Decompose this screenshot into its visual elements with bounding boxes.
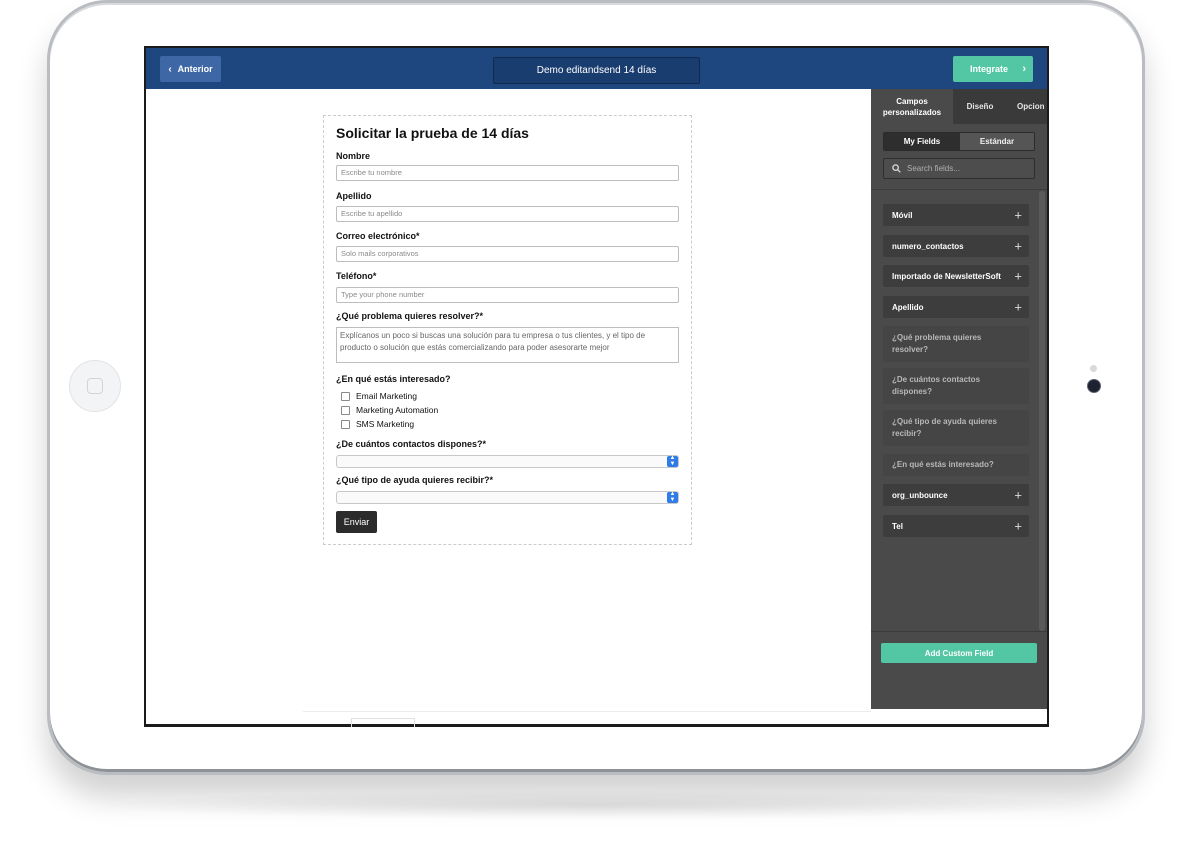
plus-icon[interactable]: +	[1014, 208, 1022, 223]
field-label-ayuda: ¿Qué tipo de ayuda quieres recibir?*	[336, 475, 494, 485]
field-item-label: ¿Qué tipo de ayuda quieres recibir?	[892, 417, 997, 438]
select-arrows-icon: ▲ ▼	[667, 491, 678, 503]
field-item-org-unbounce[interactable]: org_unbounce +	[883, 484, 1029, 506]
previous-button[interactable]: ‹ Anterior	[160, 56, 221, 82]
field-item-label: Móvil	[892, 210, 913, 220]
field-item-label: ¿De cuántos contactos dispones?	[892, 375, 981, 396]
field-item-label: org_unbounce	[892, 490, 948, 500]
tablet-shadow	[90, 790, 1100, 820]
plus-icon[interactable]: +	[1014, 488, 1022, 503]
plus-icon[interactable]: +	[1014, 300, 1022, 315]
panel-footer: Add Custom Field	[871, 631, 1047, 710]
help-select[interactable]: ▲ ▼	[336, 491, 679, 504]
field-item-label: ¿En qué estás interesado?	[892, 460, 994, 469]
apellido-input[interactable]: Escribe tu apellido	[336, 206, 679, 222]
email-input[interactable]: Solo mails corporativos	[336, 246, 679, 262]
field-label-problema: ¿Qué problema quieres resolver?*	[336, 311, 484, 321]
checkbox-row[interactable]: Email Marketing	[341, 391, 417, 401]
toggle-my-fields[interactable]: My Fields	[884, 133, 960, 150]
integrate-button[interactable]: Integrate ›	[953, 56, 1033, 82]
panel-bottom-strip	[871, 709, 1047, 724]
tab-diseno[interactable]: Diseño	[953, 89, 1007, 124]
add-custom-field-button[interactable]: Add Custom Field	[881, 643, 1037, 663]
field-label-nombre: Nombre	[336, 151, 371, 161]
submit-button[interactable]: Enviar	[336, 511, 377, 533]
field-label-apellido: Apellido	[336, 191, 372, 201]
field-item-interes: ¿En qué estás interesado?	[883, 454, 1029, 476]
checkbox[interactable]	[341, 391, 350, 401]
plus-icon[interactable]: +	[1014, 239, 1022, 254]
field-item-label: numero_contactos	[892, 241, 964, 251]
field-item-tel[interactable]: Tel +	[883, 515, 1029, 537]
field-item-importado[interactable]: Importado de NewsletterSoft +	[883, 265, 1029, 287]
tab-campos-personalizados[interactable]: Campos personalizados	[871, 89, 953, 124]
select-arrows-icon: ▲ ▼	[667, 455, 678, 467]
checkbox[interactable]	[341, 405, 350, 415]
search-input[interactable]: Search fields...	[883, 158, 1035, 179]
camera-icon	[1088, 380, 1100, 392]
form-canvas: Solicitar la prueba de 14 días Nombre Es…	[146, 89, 871, 727]
page-title[interactable]: Demo editandsend 14 días	[493, 57, 700, 84]
chevron-left-icon: ‹	[168, 63, 172, 75]
field-item-label: Importado de NewsletterSoft	[892, 271, 1001, 281]
checkbox-label: Email Marketing	[356, 391, 417, 401]
panel-tabs: Campos personalizados Diseño Opcion	[871, 89, 1047, 124]
home-button[interactable]	[69, 360, 121, 412]
top-toolbar: ‹ Anterior Demo editandsend 14 días Inte…	[146, 48, 1047, 89]
plus-icon[interactable]: +	[1014, 269, 1022, 284]
nombre-input[interactable]: Escribe tu nombre	[336, 165, 679, 181]
field-item-apellido[interactable]: Apellido +	[883, 296, 1029, 318]
field-item-label: ¿Qué problema quieres resolver?	[892, 333, 982, 354]
checkbox[interactable]	[341, 419, 350, 429]
signup-form[interactable]: Solicitar la prueba de 14 días Nombre Es…	[323, 115, 692, 545]
checkbox-label: SMS Marketing	[356, 419, 415, 429]
field-item-label: Apellido	[892, 302, 924, 312]
phone-input[interactable]: Type your phone number	[336, 287, 679, 303]
custom-fields-panel: Campos personalizados Diseño Opcion My F…	[871, 89, 1047, 709]
home-square-icon	[87, 378, 103, 394]
tab-opciones[interactable]: Opcion	[1007, 89, 1049, 124]
search-placeholder: Search fields...	[907, 164, 960, 173]
field-label-correo: Correo electrónico*	[336, 231, 420, 241]
plus-icon[interactable]: +	[1014, 519, 1022, 534]
search-icon	[892, 164, 901, 173]
field-label-interes: ¿En qué estás interesado?	[336, 374, 451, 384]
checkbox-row[interactable]: SMS Marketing	[341, 419, 414, 429]
field-item-movil[interactable]: Móvil +	[883, 204, 1029, 226]
screen: ‹ Anterior Demo editandsend 14 días Inte…	[144, 46, 1049, 727]
field-label-contactos: ¿De cuántos contactos dispones?*	[336, 439, 487, 449]
canvas-footer	[303, 711, 871, 727]
form-heading: Solicitar la prueba de 14 días	[336, 125, 529, 141]
chevron-right-icon: ›	[1022, 63, 1026, 75]
field-item-label: Tel	[892, 521, 903, 531]
field-item-contactos: ¿De cuántos contactos dispones?	[883, 368, 1029, 404]
panel-scrollbar[interactable]	[1039, 191, 1045, 631]
previous-label: Anterior	[177, 64, 213, 74]
problem-textarea[interactable]: Explícanos un poco si buscas una solució…	[336, 327, 679, 363]
field-item-problema: ¿Qué problema quieres resolver?	[883, 326, 1029, 362]
divider	[871, 189, 1047, 190]
field-item-numero-contactos[interactable]: numero_contactos +	[883, 235, 1029, 257]
contacts-select[interactable]: ▲ ▼	[336, 455, 679, 468]
checkbox-label: Marketing Automation	[356, 405, 439, 415]
sensor-dot	[1090, 365, 1097, 372]
field-label-telefono: Teléfono*	[336, 271, 377, 281]
toggle-estandar[interactable]: Estándar	[960, 133, 1034, 150]
integrate-label: Integrate	[970, 64, 1009, 74]
field-item-ayuda: ¿Qué tipo de ayuda quieres recibir?	[883, 410, 1029, 446]
footer-tab[interactable]	[351, 718, 415, 727]
fields-toggle: My Fields Estándar	[883, 132, 1035, 151]
checkbox-row[interactable]: Marketing Automation	[341, 405, 438, 415]
